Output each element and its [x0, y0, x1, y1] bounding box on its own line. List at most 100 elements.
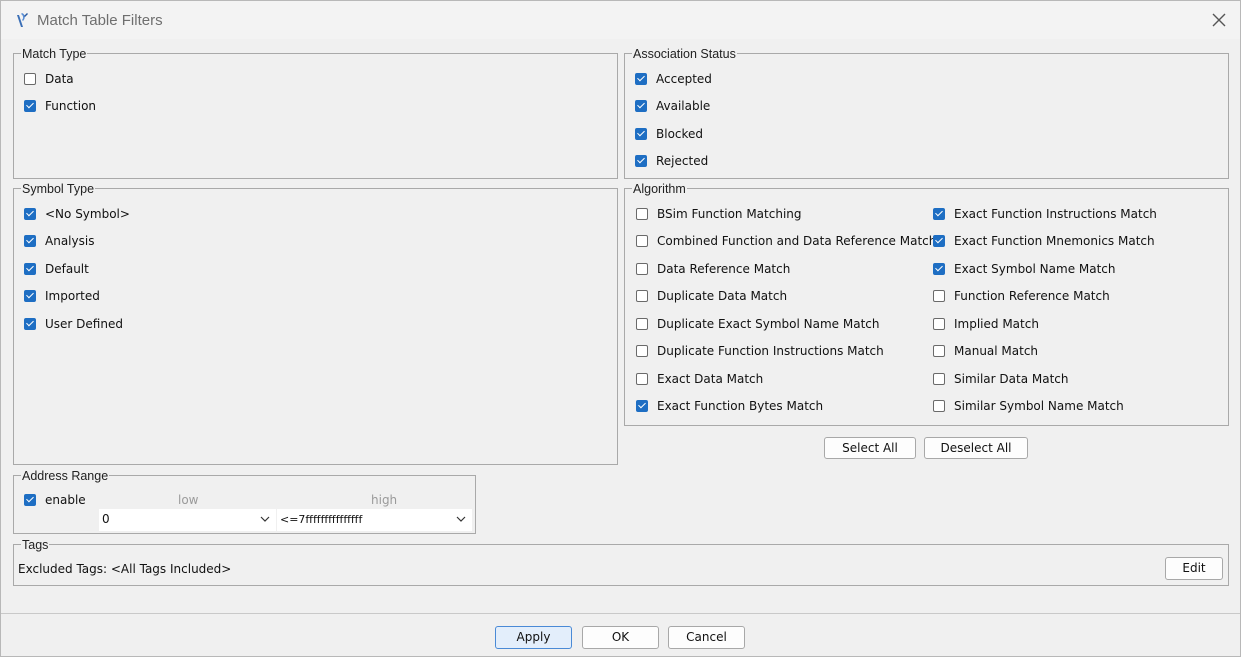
- algo-manual-match-checkbox[interactable]: Manual Match: [933, 343, 1038, 359]
- checkbox-label: User Defined: [45, 317, 123, 331]
- algo-duplicate-function-instructions-checkbox[interactable]: Duplicate Function Instructions Match: [636, 343, 884, 359]
- symbol-type-legend: Symbol Type: [21, 182, 96, 196]
- chevron-down-icon[interactable]: [260, 516, 270, 523]
- low-address-value: 0: [102, 512, 110, 526]
- algo-function-reference-checkbox[interactable]: Function Reference Match: [933, 288, 1110, 304]
- title-bar[interactable]: Match Table Filters: [1, 1, 1240, 39]
- checkbox-checked-icon[interactable]: [933, 235, 945, 247]
- checkbox-label: BSim Function Matching: [657, 207, 802, 221]
- algo-exact-function-instructions-checkbox[interactable]: Exact Function Instructions Match: [933, 206, 1157, 222]
- association-status-legend: Association Status: [632, 47, 737, 61]
- ghidra-app-icon: [17, 13, 28, 27]
- algorithm-legend: Algorithm: [632, 182, 687, 196]
- checkbox-checked-icon[interactable]: [933, 208, 945, 220]
- high-label: high: [371, 493, 398, 507]
- checkbox-checked-icon[interactable]: [635, 155, 647, 167]
- checkbox-label: Accepted: [656, 72, 712, 86]
- checkbox-label: Duplicate Exact Symbol Name Match: [657, 317, 880, 331]
- status-available-checkbox[interactable]: Available: [635, 98, 710, 114]
- checkbox-checked-icon[interactable]: [24, 100, 36, 112]
- chevron-down-icon[interactable]: [456, 516, 466, 523]
- algo-similar-data-match-checkbox[interactable]: Similar Data Match: [933, 371, 1069, 387]
- checkbox-label: Data Reference Match: [657, 262, 791, 276]
- checkbox-label: Data: [45, 72, 74, 86]
- ok-button[interactable]: OK: [582, 626, 659, 649]
- checkbox-checked-icon[interactable]: [24, 235, 36, 247]
- checkbox-label: Duplicate Function Instructions Match: [657, 344, 884, 358]
- checkbox-unchecked-icon[interactable]: [636, 235, 648, 247]
- checkbox-label: Function: [45, 99, 97, 113]
- status-accepted-checkbox[interactable]: Accepted: [635, 71, 712, 87]
- checkbox-checked-icon[interactable]: [635, 128, 647, 140]
- algo-exact-symbol-name-checkbox[interactable]: Exact Symbol Name Match: [933, 261, 1116, 277]
- checkbox-unchecked-icon[interactable]: [933, 345, 945, 357]
- symbol-default-checkbox[interactable]: Default: [24, 261, 89, 277]
- checkbox-label: Exact Data Match: [657, 372, 764, 386]
- algo-combined-function-data-reference-checkbox[interactable]: Combined Function and Data Reference Mat…: [636, 233, 936, 249]
- checkbox-label: Analysis: [45, 234, 95, 248]
- status-blocked-checkbox[interactable]: Blocked: [635, 126, 703, 142]
- checkbox-checked-icon[interactable]: [24, 263, 36, 275]
- select-all-button[interactable]: Select All: [824, 437, 916, 459]
- close-icon[interactable]: [1209, 10, 1229, 30]
- checkbox-label: Available: [656, 99, 711, 113]
- checkbox-checked-icon[interactable]: [24, 494, 36, 506]
- deselect-all-button[interactable]: Deselect All: [924, 437, 1028, 459]
- checkbox-label: Implied Match: [954, 317, 1039, 331]
- match-type-data-checkbox[interactable]: Data: [24, 71, 74, 87]
- checkbox-unchecked-icon[interactable]: [636, 263, 648, 275]
- checkbox-label: Combined Function and Data Reference Mat…: [657, 234, 937, 248]
- symbol-analysis-checkbox[interactable]: Analysis: [24, 233, 94, 249]
- checkbox-label: Default: [45, 262, 89, 276]
- algo-bsim-function-matching-checkbox[interactable]: BSim Function Matching: [636, 206, 802, 222]
- algo-exact-function-mnemonics-checkbox[interactable]: Exact Function Mnemonics Match: [933, 233, 1155, 249]
- algo-exact-data-match-checkbox[interactable]: Exact Data Match: [636, 371, 763, 387]
- algo-data-reference-match-checkbox[interactable]: Data Reference Match: [636, 261, 790, 277]
- checkbox-unchecked-icon[interactable]: [636, 345, 648, 357]
- symbol-no-symbol-checkbox[interactable]: <No Symbol>: [24, 206, 130, 222]
- association-status-group: Association Status Accepted Available Bl…: [624, 47, 1229, 179]
- low-address-combo[interactable]: 0: [99, 509, 276, 531]
- checkbox-unchecked-icon[interactable]: [636, 208, 648, 220]
- checkbox-unchecked-icon[interactable]: [24, 73, 36, 85]
- status-rejected-checkbox[interactable]: Rejected: [635, 153, 708, 169]
- match-type-function-checkbox[interactable]: Function: [24, 98, 96, 114]
- checkbox-label: Manual Match: [954, 344, 1039, 358]
- checkbox-checked-icon[interactable]: [636, 400, 648, 412]
- symbol-user-defined-checkbox[interactable]: User Defined: [24, 316, 123, 332]
- checkbox-unchecked-icon[interactable]: [636, 318, 648, 330]
- footer-divider: [1, 613, 1240, 614]
- cancel-button[interactable]: Cancel: [668, 626, 745, 649]
- checkbox-unchecked-icon[interactable]: [636, 290, 648, 302]
- checkbox-unchecked-icon[interactable]: [933, 290, 945, 302]
- checkbox-label: Similar Data Match: [954, 372, 1069, 386]
- algo-duplicate-data-match-checkbox[interactable]: Duplicate Data Match: [636, 288, 787, 304]
- high-address-combo[interactable]: <=7fffffffffffffff: [277, 509, 472, 531]
- apply-button[interactable]: Apply: [495, 626, 572, 649]
- edit-tags-button[interactable]: Edit: [1165, 557, 1223, 580]
- checkbox-label: Rejected: [656, 154, 709, 168]
- checkbox-checked-icon[interactable]: [635, 73, 647, 85]
- checkbox-label: Blocked: [656, 127, 704, 141]
- symbol-imported-checkbox[interactable]: Imported: [24, 288, 100, 304]
- algo-similar-symbol-name-checkbox[interactable]: Similar Symbol Name Match: [933, 398, 1124, 414]
- address-range-enable-checkbox[interactable]: enable: [24, 492, 86, 508]
- checkbox-label: Exact Symbol Name Match: [954, 262, 1116, 276]
- checkbox-checked-icon[interactable]: [933, 263, 945, 275]
- algo-duplicate-exact-symbol-name-checkbox[interactable]: Duplicate Exact Symbol Name Match: [636, 316, 880, 332]
- algo-implied-match-checkbox[interactable]: Implied Match: [933, 316, 1039, 332]
- checkbox-unchecked-icon[interactable]: [933, 373, 945, 385]
- checkbox-label: Exact Function Bytes Match: [657, 399, 824, 413]
- checkbox-unchecked-icon[interactable]: [933, 400, 945, 412]
- checkbox-checked-icon[interactable]: [635, 100, 647, 112]
- address-range-legend: Address Range: [21, 469, 110, 483]
- checkbox-checked-icon[interactable]: [24, 208, 36, 220]
- checkbox-checked-icon[interactable]: [24, 290, 36, 302]
- checkbox-checked-icon[interactable]: [24, 318, 36, 330]
- checkbox-label: <No Symbol>: [45, 207, 130, 221]
- checkbox-unchecked-icon[interactable]: [933, 318, 945, 330]
- address-range-group: Address Range enable low high 0 <=7fffff…: [13, 469, 476, 534]
- checkbox-unchecked-icon[interactable]: [636, 373, 648, 385]
- low-label: low: [178, 493, 199, 507]
- algo-exact-function-bytes-match-checkbox[interactable]: Exact Function Bytes Match: [636, 398, 823, 414]
